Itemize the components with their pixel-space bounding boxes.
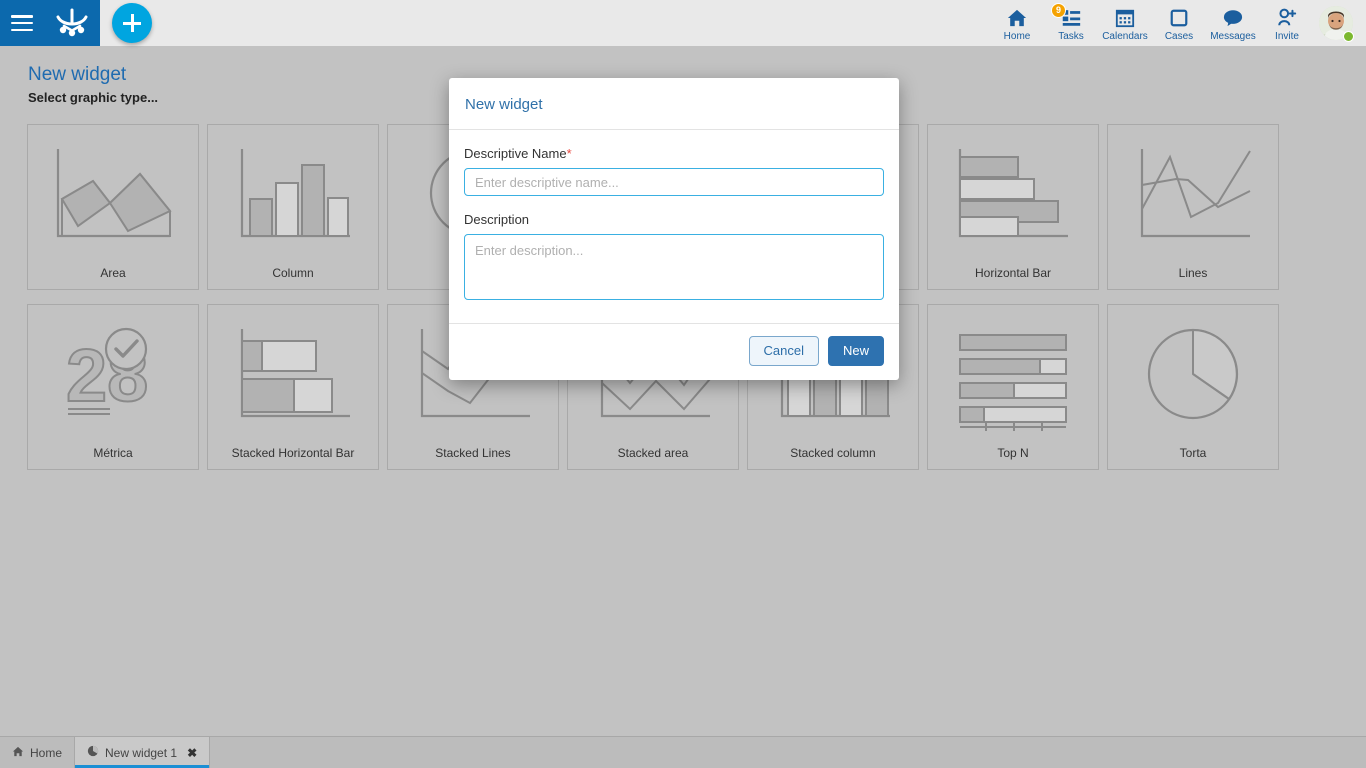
widget-type-card-top-n[interactable]: Top N xyxy=(927,304,1099,470)
messages-icon xyxy=(1222,7,1244,29)
dialog-footer: Cancel New xyxy=(449,323,899,380)
nav-item-cases[interactable]: Cases xyxy=(1152,0,1206,46)
widget-type-label: Stacked area xyxy=(617,446,689,460)
line-chart-icon xyxy=(1108,125,1278,266)
top-header-bar: Home 9 Tasks Calendars Cases Messages In… xyxy=(0,0,1366,46)
widget-type-label: Stacked Lines xyxy=(435,446,511,460)
top-nav-icons: Home 9 Tasks Calendars Cases Messages In… xyxy=(990,0,1366,46)
widget-type-card-stacked-horizontal-bar[interactable]: Stacked Horizontal Bar xyxy=(207,304,379,470)
nav-item-invite[interactable]: Invite xyxy=(1260,0,1314,46)
widget-type-card-lines[interactable]: Lines xyxy=(1107,124,1279,290)
status-indicator-online xyxy=(1343,31,1354,42)
widget-type-label: Métrica xyxy=(93,446,133,460)
tasks-icon: 9 xyxy=(1051,2,1082,29)
descriptive-name-label-text: Descriptive Name xyxy=(464,146,567,161)
widget-type-card-torta[interactable]: Torta xyxy=(1107,304,1279,470)
nav-item-messages[interactable]: Messages xyxy=(1206,0,1260,46)
home-icon xyxy=(1006,7,1028,29)
nav-label-home: Home xyxy=(1003,30,1031,42)
calendar-icon xyxy=(1115,7,1135,29)
metric-icon: 28 xyxy=(28,305,198,446)
nav-label-messages: Messages xyxy=(1210,30,1256,42)
taskbar-item-label: Home xyxy=(30,745,63,760)
stacked-horizontal-bar-icon xyxy=(208,305,378,446)
plus-icon xyxy=(123,14,141,32)
dialog-body: Descriptive Name* Description xyxy=(449,130,899,323)
add-new-button[interactable] xyxy=(112,3,152,43)
new-widget-dialog: New widget Descriptive Name* Description… xyxy=(449,78,899,380)
required-asterisk: * xyxy=(566,146,572,161)
nav-item-home[interactable]: Home xyxy=(990,0,1044,46)
home-icon xyxy=(12,746,24,760)
nav-item-tasks[interactable]: 9 Tasks xyxy=(1044,0,1098,46)
area-chart-icon xyxy=(28,125,198,266)
bottom-taskbar: Home New widget 1 ✖ xyxy=(0,736,1366,768)
description-textarea[interactable] xyxy=(464,234,884,300)
nav-label-cases: Cases xyxy=(1164,30,1194,42)
widget-type-card-area[interactable]: Area xyxy=(27,124,199,290)
widget-type-card-column[interactable]: Column xyxy=(207,124,379,290)
widget-type-label: Column xyxy=(272,266,314,280)
cases-icon xyxy=(1169,7,1189,29)
top-n-icon xyxy=(928,305,1098,446)
dialog-title: New widget xyxy=(465,96,543,113)
close-tab-icon[interactable]: ✖ xyxy=(187,746,197,760)
widget-type-label: Horizontal Bar xyxy=(974,266,1052,280)
widget-type-label: Top N xyxy=(997,446,1029,460)
hamburger-menu-icon[interactable] xyxy=(11,15,33,31)
descriptive-name-field-group: Descriptive Name* xyxy=(464,146,884,196)
nav-label-calendars: Calendars xyxy=(1102,30,1148,42)
nav-label-invite: Invite xyxy=(1275,30,1299,42)
taskbar-item-label: New widget 1 xyxy=(105,745,178,760)
avatar[interactable] xyxy=(1314,0,1358,46)
nav-item-calendars[interactable]: Calendars xyxy=(1098,0,1152,46)
widget-type-label: Area xyxy=(100,266,126,280)
widget-type-label: Lines xyxy=(1178,266,1208,280)
widget-type-card-metrica[interactable]: 28 Métrica xyxy=(27,304,199,470)
widget-type-card-horizontal-bar[interactable]: Horizontal Bar xyxy=(927,124,1099,290)
taskbar-item-new-widget-1[interactable]: New widget 1 ✖ xyxy=(75,737,211,768)
column-chart-icon xyxy=(208,125,378,266)
pie-chart-icon xyxy=(1108,305,1278,446)
anchor-logo-icon[interactable] xyxy=(55,8,89,38)
dialog-header: New widget xyxy=(449,78,899,130)
widget-type-label: Stacked column xyxy=(790,446,876,460)
nav-label-tasks: Tasks xyxy=(1058,30,1084,42)
widget-type-label: Stacked Horizontal Bar xyxy=(231,446,355,460)
invite-icon xyxy=(1276,7,1298,29)
horizontal-bar-chart-icon xyxy=(928,125,1098,266)
descriptive-name-input[interactable] xyxy=(464,168,884,196)
description-field-group: Description xyxy=(464,212,884,305)
pie-chart-icon xyxy=(87,745,99,760)
descriptive-name-label: Descriptive Name* xyxy=(464,146,884,161)
brand-block xyxy=(0,0,100,46)
tasks-badge-count: 9 xyxy=(1051,2,1066,18)
description-label: Description xyxy=(464,212,530,227)
taskbar-item-home[interactable]: Home xyxy=(0,737,76,768)
widget-type-label: Torta xyxy=(1179,446,1207,460)
cancel-button[interactable]: Cancel xyxy=(748,336,819,366)
new-button[interactable]: New xyxy=(827,336,884,366)
